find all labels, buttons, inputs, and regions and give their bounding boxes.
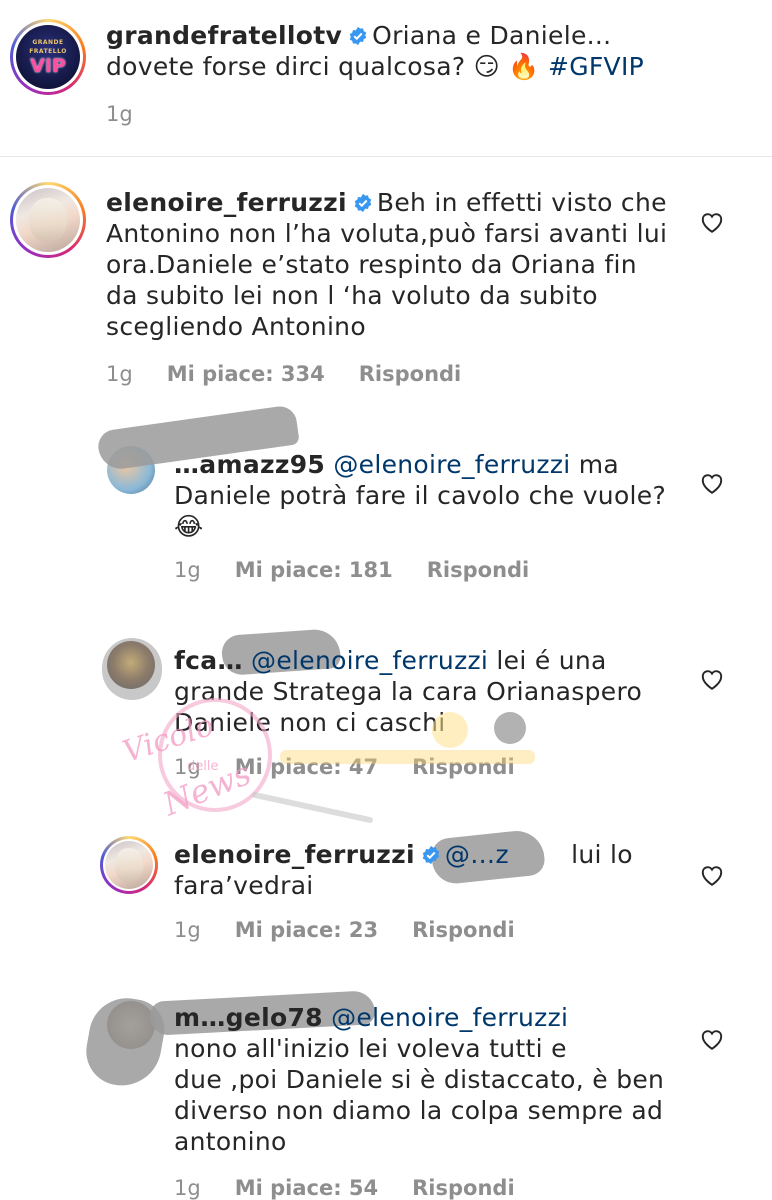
comment-text-line: Beh in effetti visto che — [376, 188, 667, 217]
reply-avatar[interactable] — [100, 836, 158, 894]
comment-meta: 1g Mi piace: 54 Rispondi — [174, 1176, 549, 1200]
comment-text: m…gelo78 @elenoire_ferruzzi nono all'ini… — [174, 1002, 694, 1157]
comment-text-line: da subito lei non l ‘ha voluto da subito — [106, 281, 598, 310]
comment-text-line: diverso non diamo la colpa sempre ad — [174, 1096, 664, 1125]
heart-icon[interactable] — [699, 667, 725, 691]
comment-text-line: Daniele potrà fare il cavolo che vuole? — [174, 481, 667, 510]
comment-text: fca… @elenoire_ferruzzi lei é una grande… — [174, 645, 694, 738]
comment-mention[interactable]: @elenoire_ferruzzi — [331, 1003, 568, 1032]
likes-count[interactable]: Mi piace: 334 — [167, 362, 325, 386]
comment-text-line: grande Stratega la cara Orianaspero — [174, 677, 643, 706]
comment-meta: 1g Mi piace: 334 Rispondi — [106, 362, 495, 386]
verified-badge-icon — [354, 193, 372, 213]
comment-text: …amazz95 @elenoire_ferruzzi ma Daniele p… — [174, 449, 694, 542]
comment-text-line: lui lo — [571, 840, 633, 869]
comment-username[interactable]: m…gelo78 — [174, 1003, 323, 1032]
comment-text-line: ora.Daniele e’stato respinto da Oriana f… — [106, 250, 637, 279]
avatar-logo-text: GRANDE FRATELLO — [29, 39, 67, 55]
comment-username[interactable]: …amazz95 — [174, 450, 325, 479]
comment-time: 1g — [106, 362, 133, 386]
comment-text-line: scegliendo Antonino — [106, 312, 366, 341]
verified-badge-icon — [422, 845, 440, 865]
avatar-logo-vip: VIP — [30, 55, 66, 77]
reply-button[interactable]: Rispondi — [412, 755, 515, 779]
caption-meta: 1g — [106, 102, 167, 126]
reply-button[interactable]: Rispondi — [427, 558, 530, 582]
comment-text-line: ma — [578, 450, 620, 479]
reply-button[interactable]: Rispondi — [412, 1176, 515, 1200]
comment-text-line: Antonino non l’ha voluta,può farsi avant… — [106, 219, 668, 248]
likes-count[interactable]: Mi piace: 23 — [235, 918, 378, 942]
comment-meta: 1g Mi piace: 181 Rispondi — [174, 558, 563, 582]
comment-time: 1g — [174, 918, 201, 942]
comment-mention[interactable]: @elenoire_ferruzzi — [333, 450, 570, 479]
redaction-scribble — [102, 638, 162, 700]
caption-time: 1g — [106, 102, 133, 126]
comment-meta: 1g Mi piace: 23 Rispondi — [174, 918, 549, 942]
comment-time: 1g — [174, 755, 201, 779]
heart-icon[interactable] — [699, 863, 725, 887]
comment-text-line: antonino — [174, 1127, 287, 1156]
caption-text: grandefratellotv Oriana e Daniele... dove… — [106, 20, 706, 82]
comment-text-line: lei é una — [496, 646, 607, 675]
reply-button[interactable]: Rispondi — [412, 918, 515, 942]
reply-button[interactable]: Rispondi — [359, 362, 462, 386]
comment-meta: 1g Mi piace: 47 Rispondi — [174, 755, 549, 779]
comment-text: elenoire_ferruzzi @…z lui lo fara’vedrai — [174, 839, 694, 901]
comment-text-line: nono all'inizio lei voleva tutti e — [174, 1034, 567, 1063]
comment-mention[interactable]: @elenoire_ferruzzi — [251, 646, 488, 675]
likes-count[interactable]: Mi piace: 47 — [235, 755, 378, 779]
likes-count[interactable]: Mi piace: 181 — [235, 558, 393, 582]
comment-mention[interactable]: @…z — [445, 839, 563, 870]
caption-hashtag[interactable]: #GFVIP — [548, 52, 644, 81]
post-caption: GRANDE FRATELLO VIP grandefratellotv Oria… — [0, 0, 772, 157]
comment-username[interactable]: elenoire_ferruzzi — [174, 840, 415, 869]
comment-time: 1g — [174, 558, 201, 582]
caption-avatar[interactable]: GRANDE FRATELLO VIP — [10, 19, 86, 95]
comment-time: 1g — [174, 1176, 201, 1200]
heart-icon[interactable] — [699, 471, 725, 495]
comment-text-line: due ,poi Daniele si è distaccato, è ben — [174, 1065, 665, 1094]
comment-username[interactable]: fca… — [174, 646, 243, 675]
comment-username[interactable]: elenoire_ferruzzi — [106, 188, 347, 217]
comment-avatar[interactable] — [10, 182, 86, 258]
comment-text-line: fara’vedrai — [174, 871, 314, 900]
caption-username[interactable]: grandefratellotv — [106, 21, 342, 50]
comment-text-line: 😂 — [174, 512, 204, 541]
comment-text-line: Daniele non ci caschi — [174, 708, 446, 737]
heart-icon[interactable] — [699, 1027, 725, 1051]
likes-count[interactable]: Mi piace: 54 — [235, 1176, 378, 1200]
comment-text: elenoire_ferruzzi Beh in effetti visto ch… — [106, 187, 686, 342]
heart-icon[interactable] — [699, 210, 725, 234]
divider — [0, 156, 772, 157]
verified-badge-icon — [349, 26, 367, 46]
